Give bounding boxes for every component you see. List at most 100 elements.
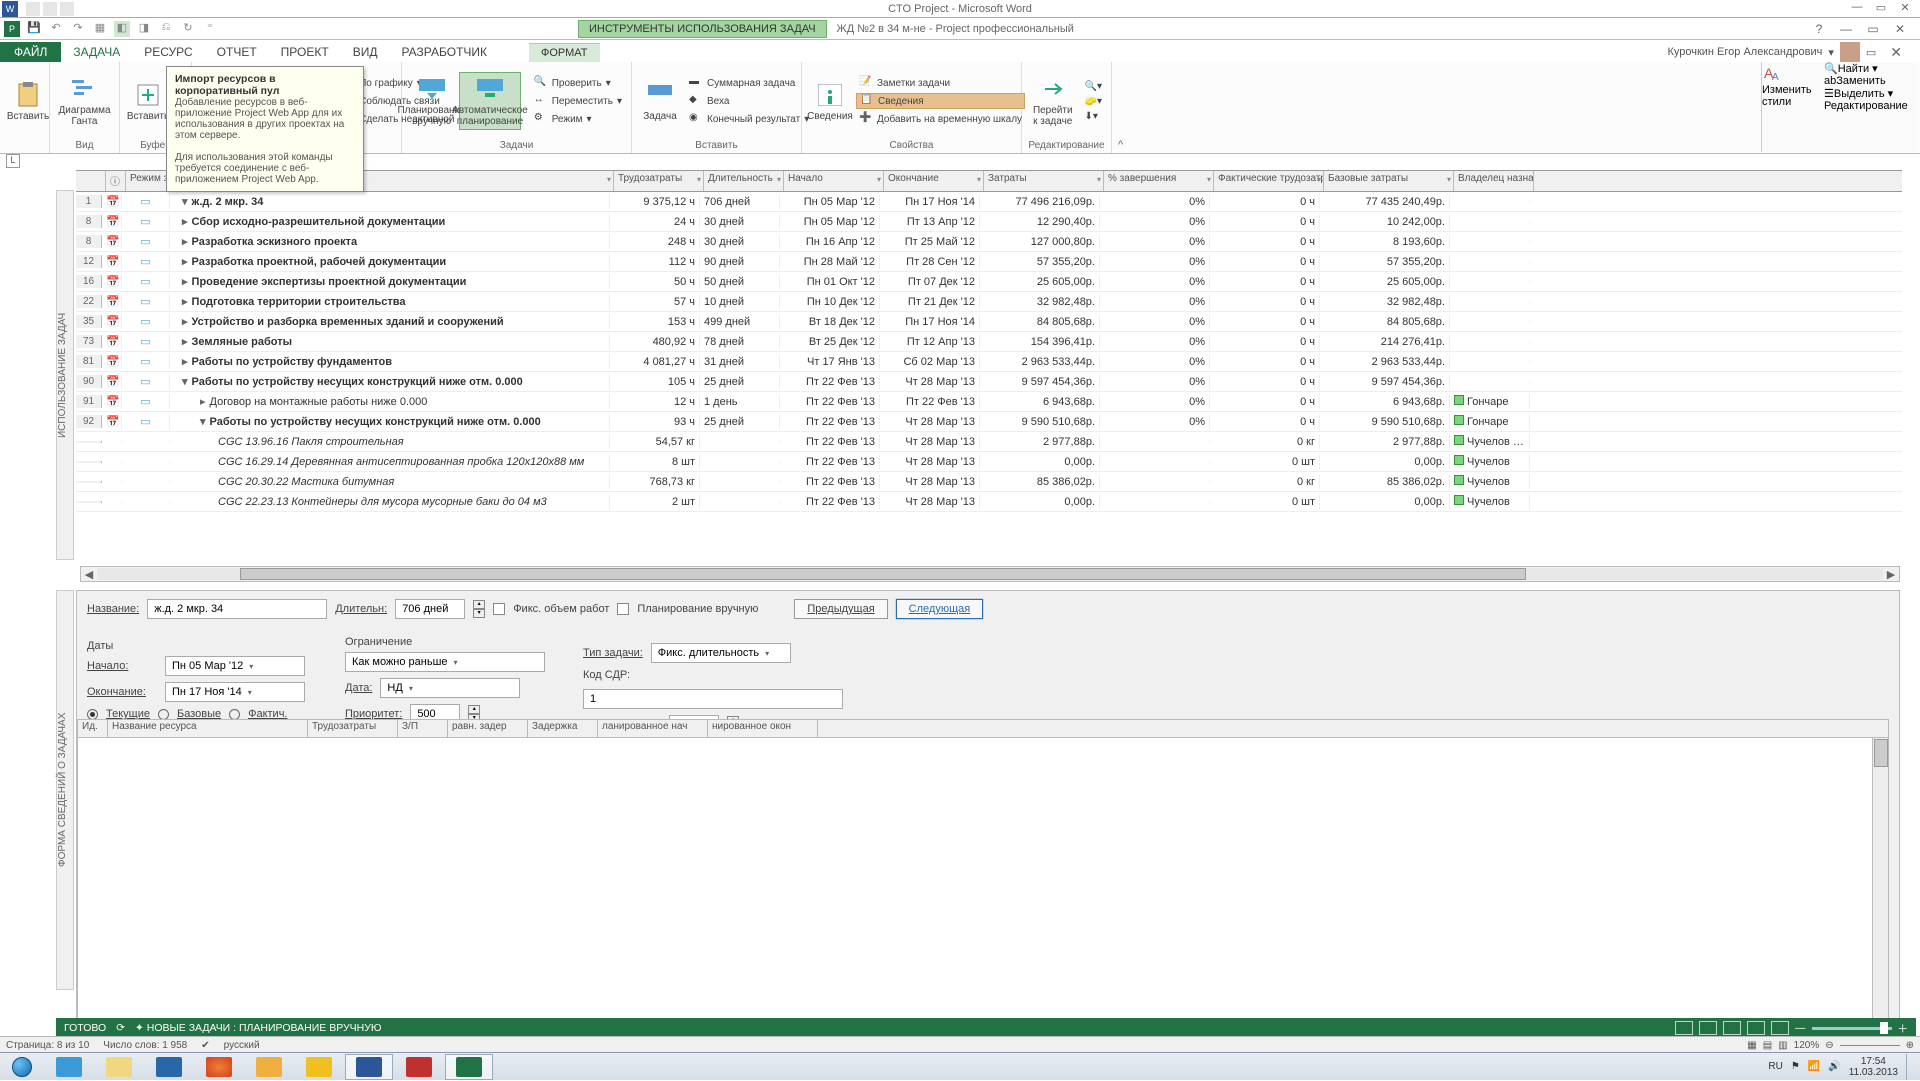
cell-basecost[interactable]: 2 963 533,44р. [1320, 355, 1450, 369]
qat-btn-icon[interactable]: ↻ [180, 21, 196, 37]
zoom-slider[interactable] [1812, 1027, 1892, 1030]
language[interactable]: русский [224, 1040, 260, 1051]
zoom-out-icon[interactable]: — [1795, 1022, 1806, 1034]
cell-work[interactable]: 9 375,12 ч [610, 195, 700, 209]
hdr-pct[interactable]: % завершения▾ [1104, 171, 1214, 191]
auto-schedule-button[interactable]: Автоматическое планирование [459, 72, 521, 130]
taskbar-app-outlook[interactable] [245, 1054, 293, 1080]
cell-cost[interactable]: 32 982,48р. [980, 295, 1100, 309]
cell-dur[interactable]: 90 дней [700, 255, 780, 269]
cell-pct[interactable]: 0% [1100, 355, 1210, 369]
row-number[interactable]: 12 [76, 255, 102, 268]
cell-dur[interactable] [700, 481, 780, 483]
cell-cost[interactable]: 9 597 454,36р. [980, 375, 1100, 389]
zoom-out-icon[interactable]: ⊖ [1825, 1040, 1833, 1051]
start-button[interactable] [0, 1053, 44, 1081]
qat-btn-icon[interactable]: ⎌ [158, 21, 174, 37]
cell-start[interactable]: Чт 17 Янв '13 [780, 355, 880, 369]
cell-dur[interactable]: 50 дней [700, 275, 780, 289]
tab-resource[interactable]: РЕСУРС [132, 42, 204, 62]
cell-work[interactable]: 112 ч [610, 255, 700, 269]
cell-end[interactable]: Чт 28 Мар '13 [880, 455, 980, 469]
cell-work[interactable]: 4 081,27 ч [610, 355, 700, 369]
tab-project[interactable]: ПРОЕКТ [269, 42, 341, 62]
cell-work[interactable]: 54,57 кг [610, 435, 700, 449]
cell-owner[interactable] [1450, 221, 1530, 223]
clear-icon[interactable]: 🧽▾ [1082, 95, 1105, 108]
cell-start[interactable]: Пн 28 Май '12 [780, 255, 880, 269]
paste-button[interactable]: Вставить [6, 79, 50, 124]
task-name[interactable]: ▸Подготовка территории строительства [170, 294, 610, 309]
res-hdr-delay[interactable]: Задержка [528, 720, 598, 737]
cell-basecost[interactable]: 25 605,00р. [1320, 275, 1450, 289]
row-number[interactable]: 81 [76, 355, 102, 368]
res-vscroll[interactable] [1872, 738, 1888, 1022]
cell-work[interactable]: 8 шт [610, 455, 700, 469]
task-name[interactable]: ▸Проведение экспертизы проектной докумен… [170, 274, 610, 289]
cell-owner[interactable]: Чучелов [1450, 474, 1530, 489]
res-hdr-pstart[interactable]: ланированное нач [598, 720, 708, 737]
cell-work[interactable]: 50 ч [610, 275, 700, 289]
word-select-button[interactable]: ☰Выделить ▾ [1824, 87, 1916, 100]
res-hdr-work[interactable]: Трудозатраты [308, 720, 398, 737]
cell-end[interactable]: Чт 28 Мар '13 [880, 415, 980, 429]
cell-work[interactable]: 768,73 кг [610, 475, 700, 489]
cell-dur[interactable]: 1 день [700, 395, 780, 409]
cell-actwork[interactable]: 0 ч [1210, 375, 1320, 389]
radio-base[interactable] [158, 709, 169, 720]
milestone-button[interactable]: ◆Веха [686, 93, 812, 109]
cell-dur[interactable] [700, 461, 780, 463]
cell-dur[interactable]: 78 дней [700, 335, 780, 349]
task-name[interactable]: CGC 20.30.22 Мастика битумная [170, 475, 610, 489]
res-hdr-level[interactable]: равн. задер [448, 720, 528, 737]
qat-undo-icon[interactable] [43, 2, 57, 16]
tray-lang[interactable]: RU [1768, 1061, 1782, 1072]
proofing-icon[interactable]: ✔ [201, 1040, 209, 1051]
view-mode-icon[interactable]: ▦ [1747, 1040, 1756, 1051]
hdr-indicator[interactable]: ⓘ [106, 171, 126, 191]
view-shortcut-icon[interactable] [1747, 1021, 1765, 1035]
taskbar-app-pdf[interactable] [395, 1054, 443, 1080]
taskbar-app-explorer[interactable] [95, 1054, 143, 1080]
ribbon-display-icon[interactable]: ▭ [1866, 46, 1876, 59]
fill-icon[interactable]: ⬇▾ [1082, 110, 1105, 123]
cell-pct[interactable] [1100, 481, 1210, 483]
task-name[interactable]: CGC 16.29.14 Деревянная антисептированна… [170, 455, 610, 469]
cell-owner[interactable]: Чучелов Анатоли [1450, 434, 1530, 449]
view-mode-icon[interactable]: ▤ [1763, 1040, 1772, 1051]
row-number[interactable]: 16 [76, 275, 102, 288]
taskbar-app-project[interactable] [445, 1054, 493, 1080]
user-avatar-icon[interactable] [1840, 42, 1860, 62]
cell-owner[interactable]: Гончаре [1450, 394, 1530, 409]
table-row[interactable]: 91📅▭▸Договор на монтажные работы ниже 0.… [76, 392, 1902, 412]
table-row[interactable]: 81📅▭▸Работы по устройству фундаментов4 0… [76, 352, 1902, 372]
radio-current[interactable] [87, 709, 98, 720]
cell-actwork[interactable]: 0 ч [1210, 235, 1320, 249]
cell-actwork[interactable]: 0 ч [1210, 195, 1320, 209]
taskbar-app-ie[interactable] [45, 1054, 93, 1080]
cell-work[interactable]: 12 ч [610, 395, 700, 409]
table-row[interactable]: 8📅▭▸Разработка эскизного проекта248 ч30 … [76, 232, 1902, 252]
row-number[interactable] [76, 461, 102, 463]
zoom-in-icon[interactable]: ⊕ [1906, 1040, 1914, 1051]
form-name-field[interactable]: ж.д. 2 мкр. 34 [147, 599, 327, 619]
cell-start[interactable]: Пн 05 Мар '12 [780, 215, 880, 229]
status-new-tasks[interactable]: ✦ НОВЫЕ ЗАДАЧИ : ПЛАНИРОВАНИЕ ВРУЧНУЮ [135, 1022, 382, 1034]
task-name[interactable]: ▸Разработка эскизного проекта [170, 234, 610, 249]
cell-owner[interactable] [1450, 241, 1530, 243]
cell-pct[interactable]: 0% [1100, 275, 1210, 289]
constraint-date-field[interactable]: НД▾ [380, 678, 520, 698]
cell-work[interactable]: 57 ч [610, 295, 700, 309]
cell-start[interactable]: Пт 22 Фев '13 [780, 455, 880, 469]
cell-end[interactable]: Чт 28 Мар '13 [880, 475, 980, 489]
taskbar-app-word[interactable] [345, 1054, 393, 1080]
grid-hscroll[interactable]: ◀ ▶ [80, 566, 1900, 582]
cell-actwork[interactable]: 0 ч [1210, 415, 1320, 429]
hdr-start[interactable]: Начало▾ [784, 171, 884, 191]
page-indicator[interactable]: Страница: 8 из 10 [6, 1040, 89, 1051]
cell-work[interactable]: 2 шт [610, 495, 700, 509]
scroll-right-icon[interactable]: ▶ [1883, 568, 1899, 581]
zoom-in-icon[interactable]: ＋ [1898, 1021, 1909, 1036]
cell-basecost[interactable]: 77 435 240,49р. [1320, 195, 1450, 209]
row-number[interactable]: 91 [76, 395, 102, 408]
